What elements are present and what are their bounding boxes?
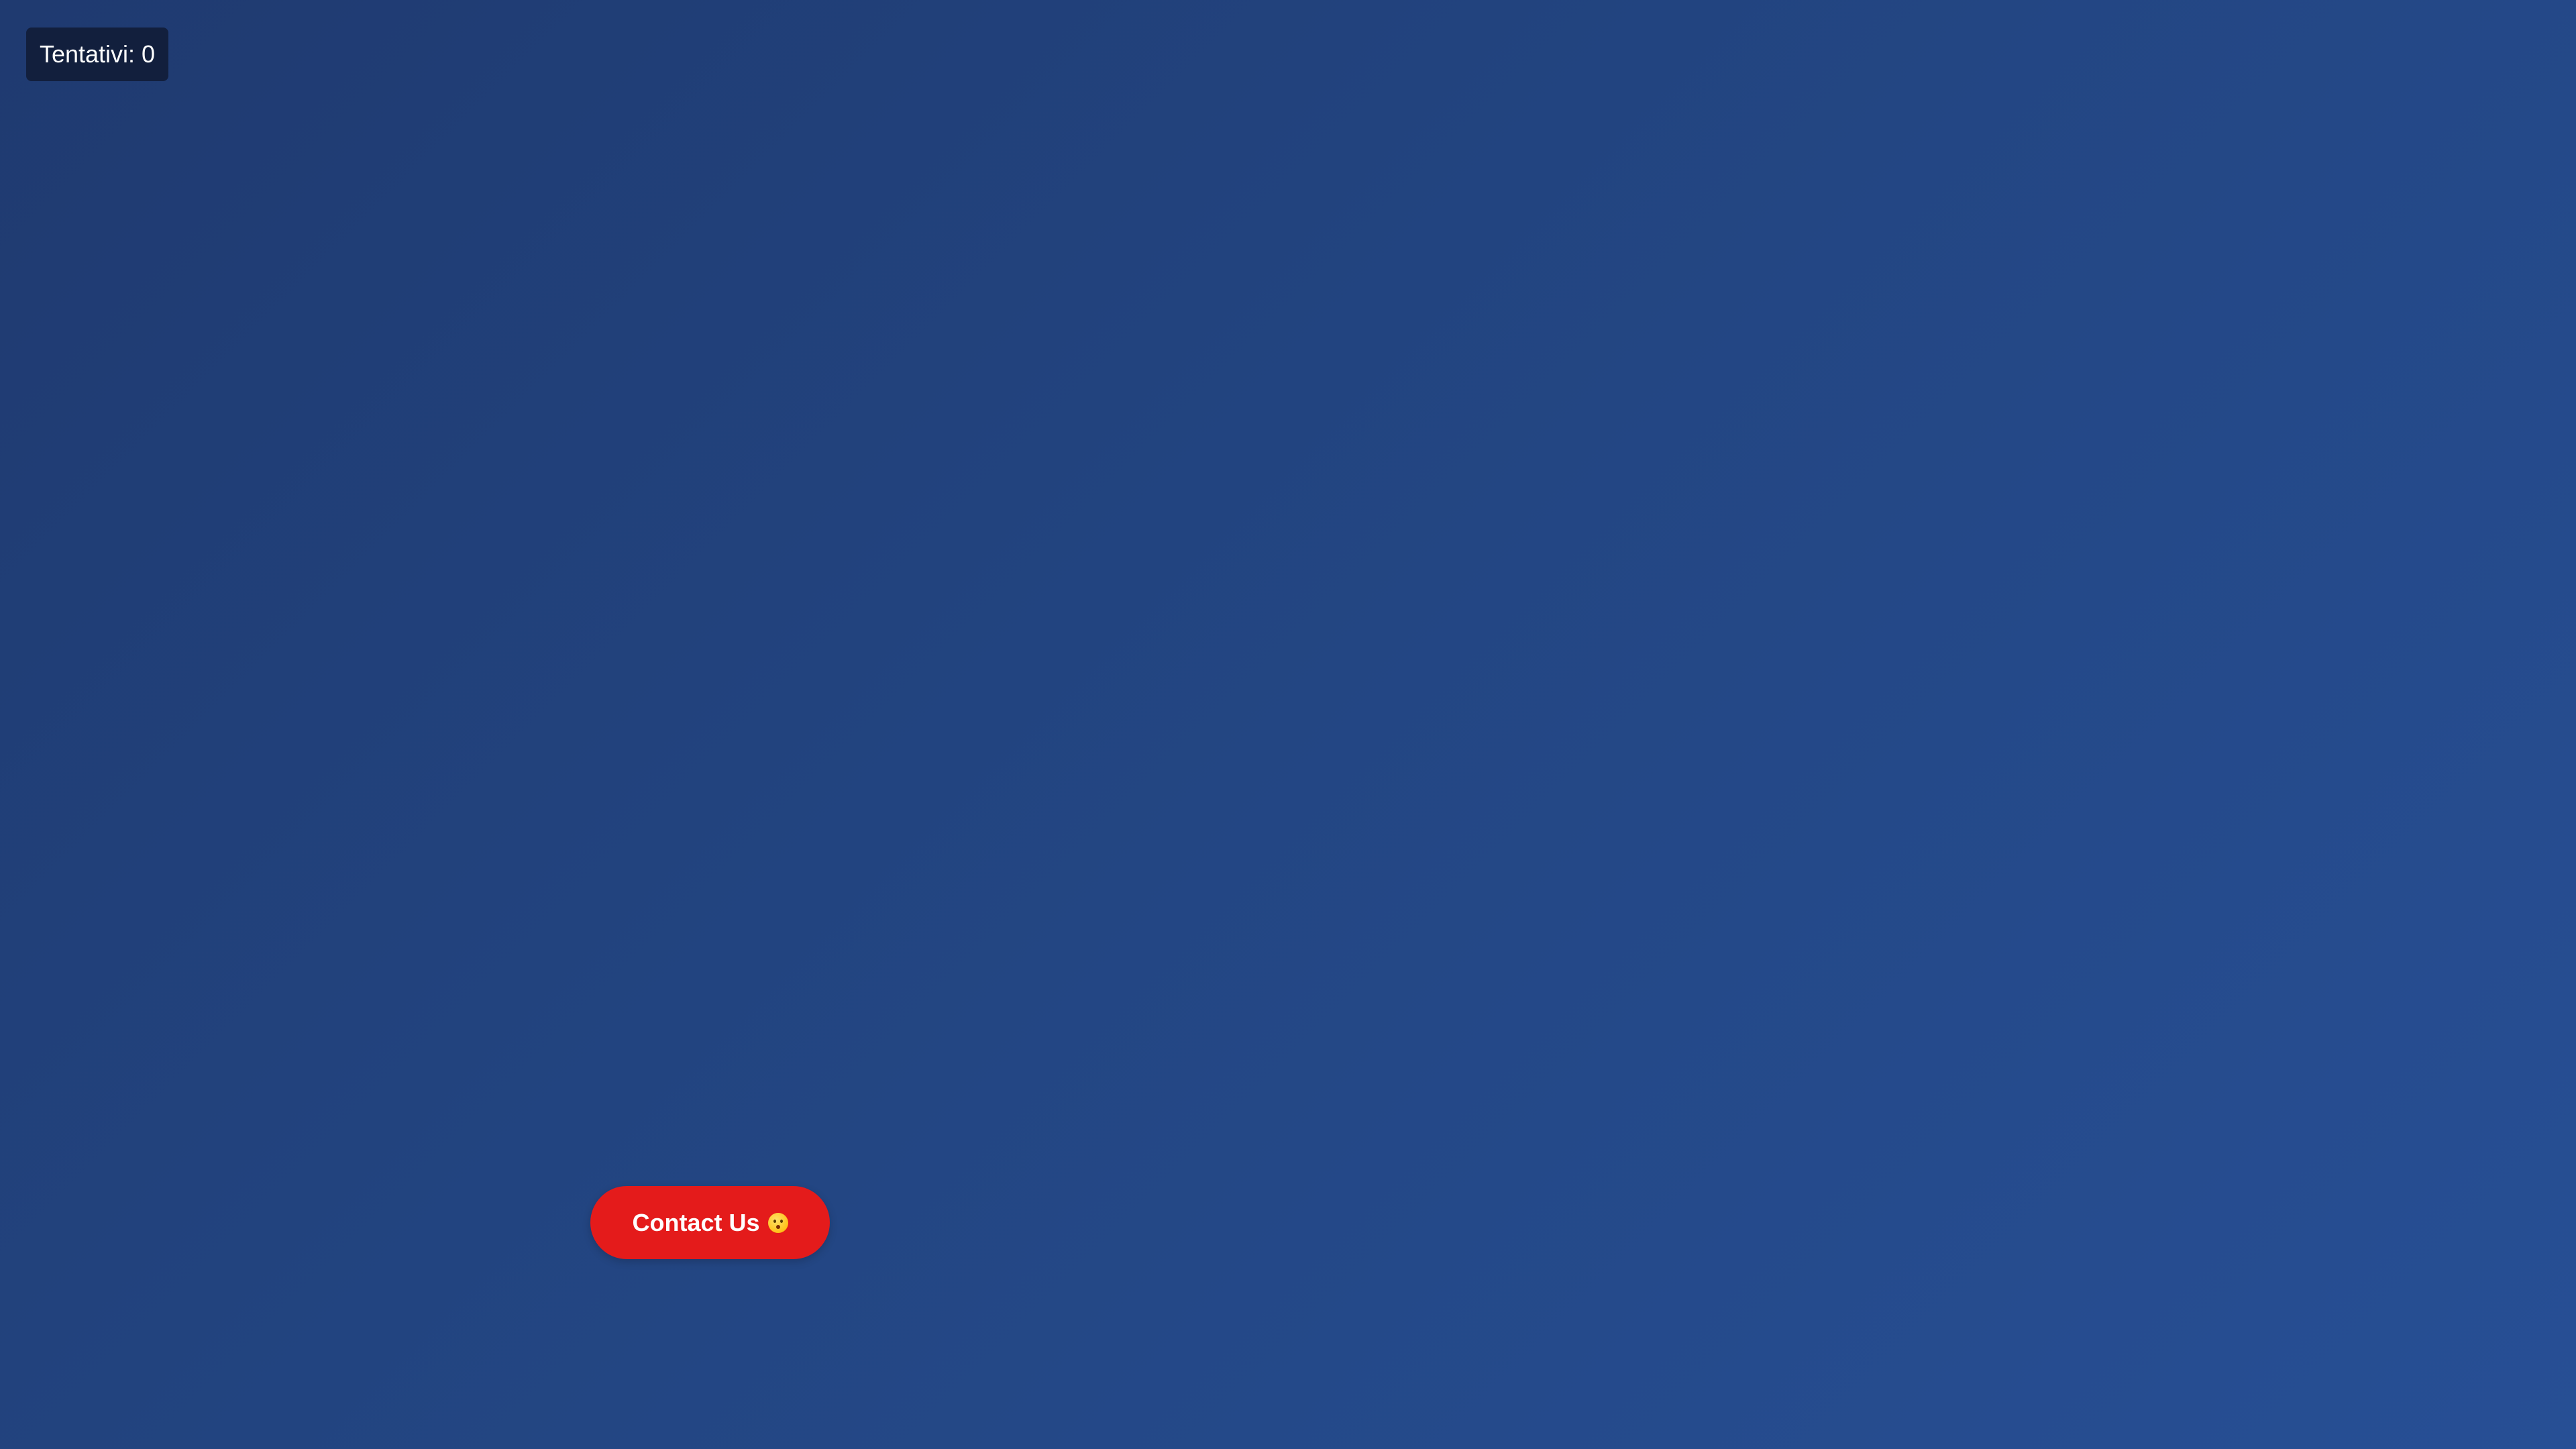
contact-us-label: Contact Us bbox=[632, 1208, 760, 1236]
contact-us-button[interactable]: Contact Us bbox=[590, 1186, 830, 1259]
attempts-counter: Tentativi: 0 bbox=[26, 28, 168, 81]
hushed-face-icon bbox=[767, 1212, 788, 1233]
page-background: { "counter": { "text": "Tentativi: 0" },… bbox=[0, 0, 2576, 1449]
